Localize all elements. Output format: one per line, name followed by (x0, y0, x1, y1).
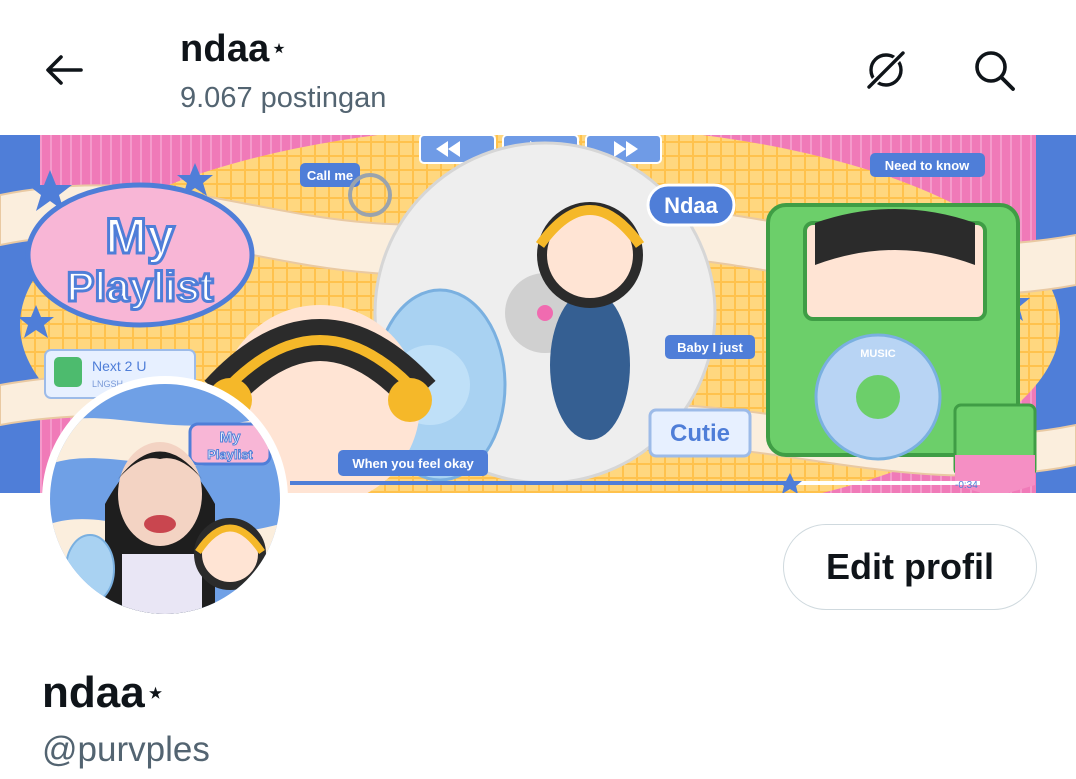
back-button[interactable] (40, 46, 88, 94)
search-icon (975, 51, 1015, 91)
banner-sticker-when-you-feel-okay: When you feel okay (352, 456, 474, 471)
profile-display-name: ndaa⋆ (42, 668, 164, 718)
banner-sticker-call-me: Call me (307, 168, 353, 183)
avatar-badge-line1: My (220, 429, 241, 446)
banner-time-remaining: -0:34 (955, 480, 978, 491)
star-icon: ⋆ (271, 35, 287, 62)
avatar-badge-line2: Playlist (207, 447, 253, 462)
banner-sticker-need-to-know: Need to know (885, 158, 970, 173)
avatar-frame[interactable]: My Playlist (42, 376, 288, 622)
post-count: 9.067 postingan (180, 82, 387, 114)
arrow-left-icon (46, 55, 83, 85)
page-title-text: ndaa (180, 28, 270, 70)
name-star-icon: ⋆ (146, 677, 165, 708)
banner-badge-line2: Playlist (66, 263, 213, 310)
banner-sticker-ndaa: Ndaa (664, 193, 719, 218)
avatar-image: My Playlist (50, 384, 280, 614)
banner-sticker-baby-i-just: Baby I just (677, 340, 743, 355)
display-name-text: ndaa (42, 668, 145, 717)
page-title: ndaa⋆ (180, 28, 287, 71)
banner-now-playing: Next 2 U (92, 358, 146, 374)
banner-player-label: MUSIC (860, 348, 896, 360)
banner-badge-line1: My (105, 208, 175, 264)
search-button[interactable] (968, 44, 1020, 96)
avatar[interactable]: My Playlist (50, 384, 280, 614)
profile-handle: @purvples (42, 730, 210, 769)
grok-button[interactable] (860, 44, 912, 96)
top-bar: ndaa⋆ 9.067 postingan (0, 0, 1076, 134)
edit-profile-button[interactable]: Edit profil (783, 524, 1037, 610)
banner-sticker-cutie: Cutie (670, 420, 730, 447)
grok-icon (865, 49, 907, 91)
